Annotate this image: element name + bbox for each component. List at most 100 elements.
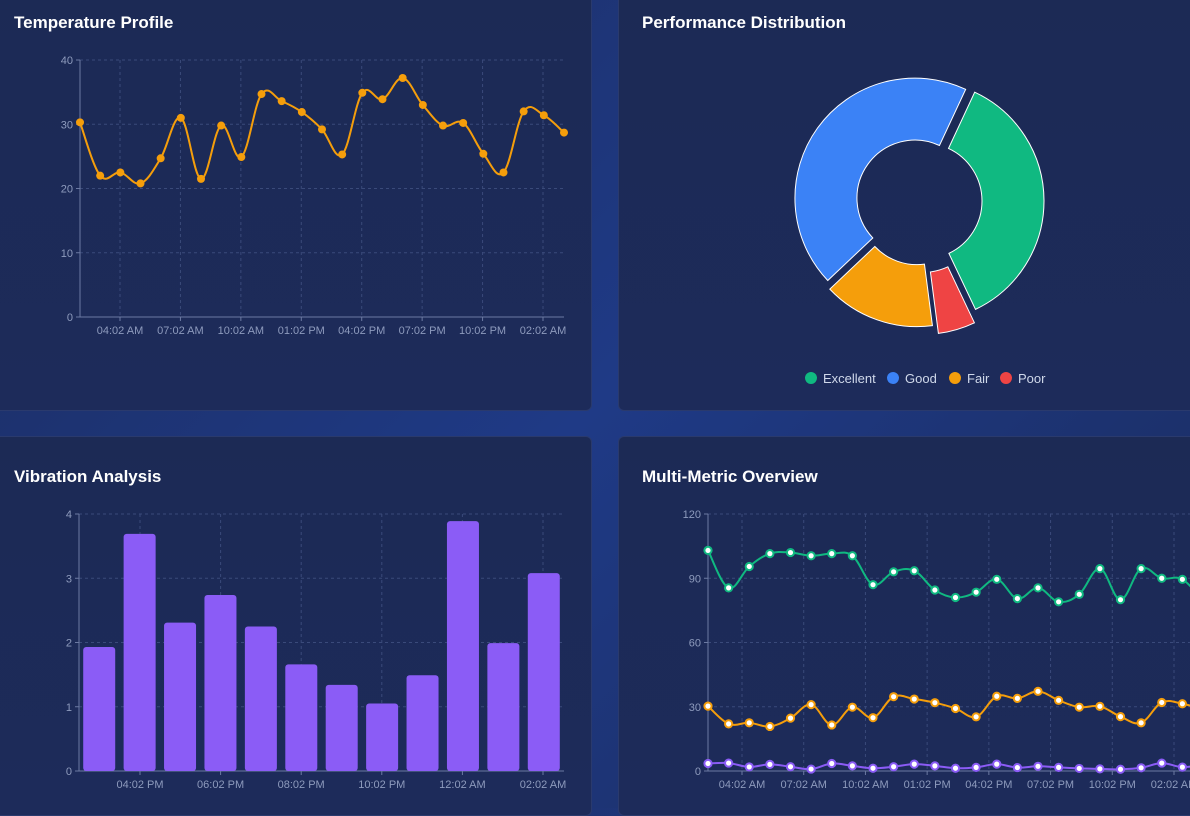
multi-series-c-point[interactable]	[1095, 764, 1105, 774]
vib-bar[interactable]	[406, 675, 439, 771]
multi-series-a-point[interactable]	[930, 585, 940, 595]
multi-series-b-point[interactable]	[785, 713, 796, 723]
multi-series-b-point[interactable]	[1095, 701, 1105, 711]
temp-point[interactable]	[197, 174, 205, 183]
multi-series-a-point[interactable]	[724, 583, 734, 593]
multi-series-b-point[interactable]	[889, 692, 899, 702]
temp-point[interactable]	[76, 118, 84, 127]
multi-series-a-point[interactable]	[1074, 589, 1084, 599]
multi-series-b-point[interactable]	[930, 698, 940, 708]
vib-bar[interactable]	[487, 643, 520, 771]
multi-series-c-point[interactable]	[1157, 758, 1167, 768]
temp-point[interactable]	[519, 107, 528, 116]
vib-bar[interactable]	[83, 646, 116, 771]
temp-point[interactable]	[96, 171, 105, 180]
multi-series-b-point[interactable]	[806, 700, 816, 710]
multi-series-c-point[interactable]	[827, 758, 837, 769]
multi-series-b-point[interactable]	[765, 721, 775, 732]
multi-series-c-point[interactable]	[868, 763, 878, 773]
multi-series-b-point[interactable]	[744, 718, 754, 728]
temp-point[interactable]	[297, 108, 306, 117]
multi-series-a-point[interactable]	[703, 545, 713, 556]
multi-series-b-point[interactable]	[950, 703, 961, 714]
temp-point[interactable]	[257, 90, 266, 99]
multi-series-b-point[interactable]	[847, 702, 857, 712]
multi-series-c-point[interactable]	[744, 762, 754, 772]
temp-point[interactable]	[277, 97, 286, 106]
multi-series-c-point[interactable]	[909, 759, 919, 769]
vib-bar[interactable]	[164, 622, 197, 771]
temp-point[interactable]	[398, 73, 407, 82]
multi-series-c-point[interactable]	[785, 762, 796, 772]
multi-series-b-point[interactable]	[1054, 695, 1064, 705]
multi-series-a-point[interactable]	[1012, 593, 1022, 604]
multi-series-c-point[interactable]	[703, 758, 713, 769]
multi-series-b-point[interactable]	[971, 712, 981, 722]
vib-bar[interactable]	[123, 533, 156, 771]
multi-series-a-point[interactable]	[1157, 573, 1167, 583]
multi-series-b-point[interactable]	[1033, 686, 1043, 696]
vib-bar[interactable]	[446, 521, 479, 771]
multi-series-a-point[interactable]	[1095, 564, 1105, 574]
multi-series-a-point[interactable]	[847, 551, 857, 561]
multi-series-a-point[interactable]	[909, 566, 919, 576]
multi-series-c-point[interactable]	[724, 758, 734, 768]
temp-point[interactable]	[479, 149, 488, 158]
pie-slice-good[interactable]	[794, 77, 967, 282]
temp-point[interactable]	[560, 128, 568, 137]
multi-series-b-point[interactable]	[1074, 702, 1084, 712]
multi-series-b-point[interactable]	[827, 720, 837, 730]
multi-series-b-point[interactable]	[1157, 697, 1167, 708]
vib-bar[interactable]	[244, 626, 277, 771]
temp-point[interactable]	[459, 118, 468, 127]
multi-series-a-point[interactable]	[744, 561, 754, 572]
temp-point[interactable]	[499, 168, 508, 177]
multi-series-a-point[interactable]	[992, 574, 1002, 584]
multi-series-a-point[interactable]	[971, 587, 981, 597]
multi-series-c-point[interactable]	[971, 762, 981, 772]
multi-series-a-point[interactable]	[827, 549, 837, 559]
multi-series-c-point[interactable]	[1033, 761, 1043, 771]
temp-point[interactable]	[539, 111, 548, 120]
multi-series-c-point[interactable]	[1177, 762, 1187, 772]
temp-point[interactable]	[156, 154, 165, 163]
multi-series-b-point[interactable]	[1136, 718, 1146, 728]
multi-series-a-point[interactable]	[868, 580, 878, 590]
multi-series-c-point[interactable]	[992, 759, 1002, 769]
multi-series-b-point[interactable]	[868, 713, 878, 723]
multi-series-a-point[interactable]	[1054, 597, 1064, 607]
multi-series-c-point[interactable]	[930, 761, 940, 771]
temp-point[interactable]	[318, 125, 326, 134]
vib-bar[interactable]	[285, 664, 318, 771]
temp-point[interactable]	[378, 95, 387, 104]
multi-series-b-point[interactable]	[1012, 693, 1022, 703]
multi-series-c-point[interactable]	[1074, 763, 1084, 774]
multi-series-a-point[interactable]	[765, 549, 775, 559]
multi-series-a-point[interactable]	[889, 567, 899, 577]
vib-bar[interactable]	[325, 684, 358, 771]
multi-series-c-point[interactable]	[1115, 764, 1126, 774]
multi-series-a-point[interactable]	[1177, 574, 1187, 584]
temp-point[interactable]	[338, 150, 347, 159]
temp-point[interactable]	[217, 121, 226, 130]
multi-series-a-point[interactable]	[950, 592, 961, 603]
multi-series-b-point[interactable]	[1115, 712, 1126, 722]
vib-bar[interactable]	[204, 594, 237, 771]
pie-slice-excellent[interactable]	[947, 91, 1045, 311]
multi-series-c-point[interactable]	[1012, 762, 1022, 773]
multi-series-b-point[interactable]	[1177, 699, 1187, 709]
temp-point[interactable]	[176, 113, 185, 122]
temp-point[interactable]	[136, 179, 145, 188]
multi-series-a-point[interactable]	[806, 551, 816, 561]
temp-point[interactable]	[439, 121, 447, 130]
multi-series-c-point[interactable]	[806, 764, 816, 774]
multi-series-a-point[interactable]	[1033, 583, 1043, 593]
multi-series-b-point[interactable]	[703, 701, 713, 711]
multi-series-c-point[interactable]	[950, 763, 961, 773]
multi-series-c-point[interactable]	[847, 761, 857, 771]
multi-series-b-point[interactable]	[724, 719, 734, 729]
multi-series-c-point[interactable]	[1136, 763, 1146, 773]
multi-series-b-point[interactable]	[909, 694, 919, 704]
vib-bar[interactable]	[366, 703, 399, 771]
temp-point[interactable]	[237, 153, 246, 162]
